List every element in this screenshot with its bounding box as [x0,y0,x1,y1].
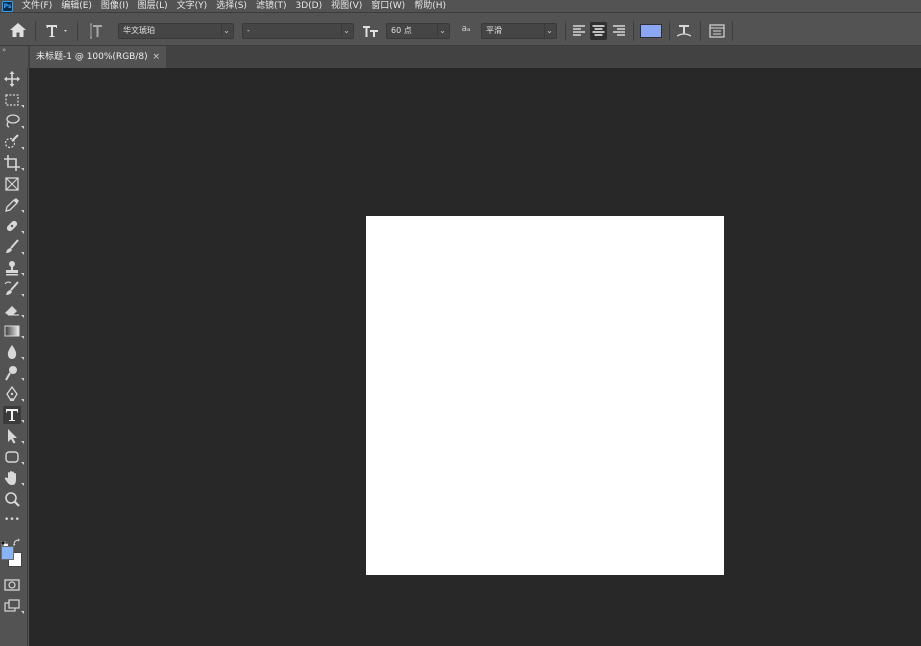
separator [565,21,566,41]
document-tab-strip: 未标题-1 @ 100%(RGB/8) × [28,46,921,68]
dodge-tool-icon[interactable] [3,364,24,382]
text-color-swatch[interactable] [640,24,662,38]
separator [732,21,733,41]
rectangle-tool-icon[interactable] [3,448,24,466]
type-tool-icon[interactable] [3,406,24,424]
font-size-select[interactable]: 60 点 ⌄ [386,23,450,39]
font-style-select[interactable]: - ⌄ [242,23,354,39]
blur-tool-icon[interactable] [3,343,24,361]
menu-type[interactable]: 文字(Y) [177,0,208,12]
rectangular-marquee-tool-icon[interactable] [3,91,24,109]
font-style-value: - [247,26,250,35]
path-selection-tool-icon[interactable] [3,427,24,445]
warp-text-icon[interactable] [675,22,693,40]
hand-tool-icon[interactable] [3,469,24,487]
default-colors-icon[interactable] [0,533,9,549]
separator [669,21,670,41]
chevron-down-icon: ⌄ [437,24,447,38]
menu-view[interactable]: 视图(V) [331,0,362,12]
toggle-text-orientation-icon[interactable] [88,22,106,40]
font-family-value: 华文琥珀 [123,26,155,35]
align-left-icon[interactable] [571,22,587,40]
antialias-value: 平滑 [486,26,502,35]
zoom-tool-icon[interactable] [3,490,21,508]
font-size-value: 60 点 [391,26,412,35]
home-icon[interactable] [9,22,27,38]
crop-tool-icon[interactable] [3,154,24,172]
menu-layer[interactable]: 图层(L) [138,0,168,12]
swap-colors-icon[interactable] [13,532,22,546]
menu-file[interactable]: 文件(F) [22,0,52,12]
screen-mode-icon[interactable] [3,597,24,615]
separator [700,21,701,41]
antialias-select[interactable]: 平滑 ⌄ [481,23,557,39]
options-bar: 华文琥珀 ⌄ - ⌄ 60 点 ⌄ aₐ 平滑 ⌄ [0,12,921,46]
chevron-down-icon: ⌄ [221,24,231,38]
move-tool-icon[interactable] [3,70,21,88]
document-canvas[interactable] [366,216,724,575]
chevron-down-icon: ⌄ [341,24,351,38]
canvas-workspace[interactable] [29,68,921,646]
font-size-icon [362,22,380,40]
tools-panel: ••• [0,68,28,646]
quick-mask-icon[interactable] [3,576,21,594]
document-tab[interactable]: 未标题-1 @ 100%(RGB/8) × [30,46,166,68]
foreground-color-swatch[interactable] [1,546,14,560]
panel-collapse-toggle[interactable]: » [0,46,28,54]
gradient-tool-icon[interactable] [3,322,24,340]
menu-window[interactable]: 窗口(W) [371,0,405,12]
menu-image[interactable]: 图像(I) [101,0,129,12]
character-paragraph-panel-icon[interactable] [708,22,726,40]
type-tool-preset-icon[interactable] [44,22,70,40]
quick-selection-tool-icon[interactable] [3,133,24,151]
menu-filter[interactable]: 滤镜(T) [256,0,287,12]
separator [35,21,36,41]
document-tab-title: 未标题-1 @ 100%(RGB/8) [36,52,148,62]
frame-tool-icon[interactable] [3,175,21,193]
history-brush-tool-icon[interactable] [3,280,24,298]
photoshop-logo-icon: Ps [2,0,13,12]
chevron-down-icon: ⌄ [544,24,554,38]
menu-select[interactable]: 选择(S) [216,0,247,12]
align-right-icon[interactable] [611,22,627,40]
separator [77,21,78,41]
menu-bar: Ps 文件(F) 编辑(E) 图像(I) 图层(L) 文字(Y) 选择(S) 滤… [0,0,921,12]
clone-stamp-tool-icon[interactable] [3,259,24,277]
eraser-tool-icon[interactable] [3,301,24,319]
close-icon[interactable]: × [152,46,160,68]
brush-tool-icon[interactable] [3,238,24,256]
separator [633,21,634,41]
menu-3d[interactable]: 3D(D) [295,0,322,12]
more-tools-icon[interactable]: ••• [3,511,21,529]
menu-help[interactable]: 帮助(H) [414,0,446,12]
menu-edit[interactable]: 编辑(E) [61,0,92,12]
eyedropper-tool-icon[interactable] [3,196,24,214]
font-family-select[interactable]: 华文琥珀 ⌄ [118,23,234,39]
pen-tool-icon[interactable] [3,385,24,403]
healing-brush-tool-icon[interactable] [3,217,24,235]
lasso-tool-icon[interactable] [3,112,24,130]
antialias-icon: aₐ [461,24,471,34]
align-center-icon[interactable] [590,22,607,40]
